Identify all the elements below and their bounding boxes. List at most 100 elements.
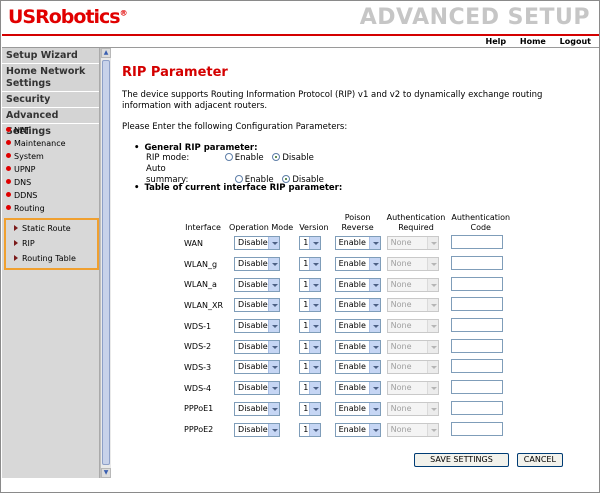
poison-reverse-select[interactable]: Enable: [334, 422, 381, 437]
authentication-code-input[interactable]: [451, 421, 504, 436]
sidebar-item-label: UPNP: [14, 165, 36, 174]
description: The device supports Routing Information …: [122, 90, 543, 111]
select-value: 1: [303, 383, 309, 393]
operation-mode-select[interactable]: Disable: [234, 257, 281, 272]
authentication-code-input[interactable]: [451, 400, 504, 415]
poison-reverse-select[interactable]: Enable: [334, 360, 381, 375]
poison-reverse-select[interactable]: Enable: [334, 401, 381, 416]
version-select[interactable]: 1: [299, 381, 322, 396]
sidebar-item-maintenance[interactable]: Maintenance: [2, 137, 99, 150]
authentication-code-input[interactable]: [451, 359, 504, 374]
operation-mode-select[interactable]: Disable: [234, 401, 281, 416]
scroll-down-icon[interactable]: ▼: [101, 468, 111, 478]
submenu-routing-table[interactable]: Routing Table: [6, 251, 97, 266]
bullet-icon: [6, 179, 11, 184]
table-row: PPPoE1 Disable 1 Enable None: [180, 399, 513, 420]
scroll-thumb[interactable]: [102, 60, 110, 465]
select-value: None: [390, 279, 412, 289]
table-row: WDS-3 Disable 1 Enable None: [180, 357, 513, 378]
version-select[interactable]: 1: [299, 401, 322, 416]
authentication-code-input[interactable]: [451, 318, 504, 333]
action-buttons: SAVE SETTINGS CANCEL: [414, 453, 568, 467]
select-value: Disable: [238, 362, 268, 372]
save-settings-button[interactable]: SAVE SETTINGS: [414, 453, 509, 467]
operation-mode-select[interactable]: Disable: [234, 298, 281, 313]
sidebar-item-upnp[interactable]: UPNP: [2, 163, 99, 176]
chevron-down-icon: [426, 299, 438, 312]
submenu-label: Routing Table: [22, 254, 76, 263]
triangle-right-icon: [14, 255, 18, 261]
sidebar-scrollbar[interactable]: ▲ ▼: [100, 48, 111, 478]
auto-summary-enable-radio[interactable]: [234, 175, 243, 183]
submenu-static-route[interactable]: Static Route: [6, 221, 97, 236]
menu-setup-wizard[interactable]: Setup Wizard: [2, 48, 99, 64]
poison-reverse-select[interactable]: Enable: [334, 236, 381, 251]
rip-mode-disable-radio[interactable]: [272, 153, 281, 161]
select-value: Enable: [338, 321, 366, 331]
menu-security[interactable]: Security: [2, 92, 99, 108]
authentication-code-input[interactable]: [451, 256, 504, 271]
operation-mode-select[interactable]: Disable: [234, 422, 281, 437]
version-select[interactable]: 1: [299, 298, 322, 313]
poison-reverse-select[interactable]: Enable: [334, 339, 381, 354]
col-operation-mode: Operation Mode: [229, 223, 294, 232]
select-value: 1: [303, 362, 309, 372]
scroll-up-icon[interactable]: ▲: [101, 48, 111, 58]
table-body: WAN Disable 1 Enable None WLAN_g Disable 1 Enabl…: [180, 233, 513, 440]
bullet-icon: [6, 166, 11, 171]
version-select[interactable]: 1: [299, 257, 322, 272]
menu-home-network-settings[interactable]: Home Network Settings: [2, 64, 99, 92]
interface-name: WLAN_XR: [184, 300, 224, 310]
poison-reverse-select[interactable]: Enable: [334, 298, 381, 313]
table-row: WLAN_a Disable 1 Enable None: [180, 274, 513, 295]
sidebar-item-label: Routing: [14, 204, 45, 213]
col-version: Version: [299, 223, 329, 232]
sidebar-item-dns[interactable]: DNS: [2, 176, 99, 189]
version-select[interactable]: 1: [299, 236, 322, 251]
help-link[interactable]: Help: [486, 37, 507, 46]
logout-link[interactable]: Logout: [560, 37, 591, 46]
operation-mode-select[interactable]: Disable: [234, 319, 281, 334]
sidebar-item-routing[interactable]: Routing: [2, 202, 99, 215]
authentication-code-input[interactable]: [451, 380, 504, 395]
header: USRobotics® ADVANCED SETUP: [2, 2, 599, 34]
select-value: None: [390, 238, 412, 248]
auto-summary-disable-radio[interactable]: [282, 175, 291, 183]
cancel-button[interactable]: CANCEL: [516, 453, 563, 467]
authentication-code-input[interactable]: [451, 276, 504, 291]
authentication-code-input[interactable]: [451, 235, 504, 250]
rip-mode-enable-radio[interactable]: [224, 153, 233, 161]
authentication-code-input[interactable]: [451, 297, 504, 312]
sidebar-item-label: System: [14, 152, 44, 161]
table-row: WDS-1 Disable 1 Enable None: [180, 316, 513, 337]
operation-mode-select[interactable]: Disable: [234, 339, 281, 354]
sidebar-item-ddns[interactable]: DDNS: [2, 189, 99, 202]
version-select[interactable]: 1: [299, 422, 322, 437]
sidebar-item-system[interactable]: System: [2, 150, 99, 163]
submenu-rip[interactable]: RIP: [6, 236, 97, 251]
version-select[interactable]: 1: [299, 319, 322, 334]
menu-advanced-settings[interactable]: Advanced Settings: [2, 108, 99, 137]
select-value: Disable: [238, 321, 268, 331]
operation-mode-select[interactable]: Disable: [234, 236, 281, 251]
poison-reverse-select[interactable]: Enable: [334, 319, 381, 334]
version-select[interactable]: 1: [299, 277, 322, 292]
home-link[interactable]: Home: [520, 37, 546, 46]
authentication-code-input[interactable]: [451, 338, 504, 353]
poison-reverse-select[interactable]: Enable: [334, 257, 381, 272]
authentication-required-select: None: [386, 339, 439, 354]
chevron-down-icon: [309, 361, 321, 374]
operation-mode-select[interactable]: Disable: [234, 381, 281, 396]
version-select[interactable]: 1: [299, 360, 322, 375]
operation-mode-select[interactable]: Disable: [234, 277, 281, 292]
poison-reverse-select[interactable]: Enable: [334, 381, 381, 396]
chevron-down-icon: [309, 258, 321, 271]
operation-mode-select[interactable]: Disable: [234, 360, 281, 375]
version-select[interactable]: 1: [299, 339, 322, 354]
chevron-down-icon: [268, 258, 280, 271]
interface-name: PPPoE2: [184, 425, 214, 435]
select-value: Enable: [338, 424, 366, 434]
select-value: Enable: [338, 341, 366, 351]
chevron-down-icon: [368, 361, 380, 374]
poison-reverse-select[interactable]: Enable: [334, 277, 381, 292]
